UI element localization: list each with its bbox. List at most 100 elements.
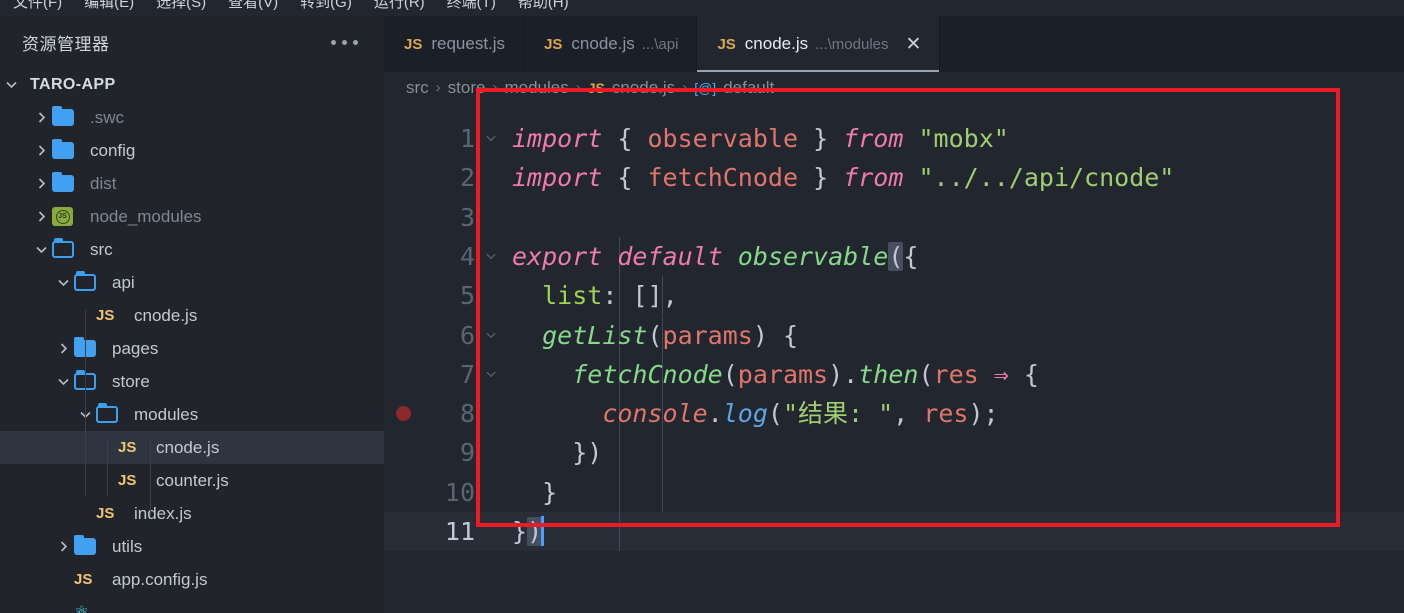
js-file-icon: JS [118,472,137,489]
code-line-7[interactable]: 7 fetchCnode(params).then(res ⇒ { [384,355,1404,394]
code-line-5[interactable]: 5 list: [], [384,276,1404,315]
vscode-window: 文件(F) 编辑(E) 选择(S) 查看(V) 转到(G) 运行(R) 终端(T… [0,0,1404,613]
tree-item--swc[interactable]: .swc [0,101,384,134]
tree-item-label: counter.js [156,470,229,490]
chevron-right-icon: › [575,79,581,96]
menu-item-run[interactable]: 运行(R) [363,0,436,16]
code-line-4[interactable]: 4 export default observable({ [384,237,1404,276]
breadcrumb-item-cnode-js[interactable]: cnode.js [612,78,675,98]
explorer-title: 资源管理器 [22,34,110,54]
tree-item-counter-js[interactable]: JS counter.js [0,464,384,497]
chevron-down-icon[interactable] [52,365,74,398]
tree-item-label: pages [112,338,159,358]
tab-sublabel: ...\api [641,35,679,53]
chevron-right-icon[interactable] [52,332,74,365]
tree-root-taro-app[interactable]: TARO-APP [0,68,384,101]
menu-item-edit[interactable]: 编辑(E) [73,0,145,16]
line-number: 2 [459,163,475,193]
js-file-icon: JS [96,307,115,324]
react-icon: ⚛ [74,602,90,613]
code-editor[interactable]: 1 import { observable } from "mobx" 2 impor… [384,103,1404,613]
tree-item-utils[interactable]: utils [0,530,384,563]
tree-item-src[interactable]: src [0,233,384,266]
chevron-down-icon [0,68,22,101]
folder-closed-icon [52,106,82,126]
menu-item-file[interactable]: 文件(F) [2,0,73,16]
chevron-right-icon[interactable] [30,134,52,167]
tree-item-store[interactable]: store [0,365,384,398]
breakpoint-dot[interactable] [396,406,411,422]
chevron-right-icon: › [682,79,688,96]
tree-item-label: api [112,272,135,292]
tree-item-pages[interactable]: pages [0,332,384,365]
code-line-9[interactable]: 9 }) [384,433,1404,472]
code-line-text: getList(params) { [542,320,799,350]
tree-item-label: dist [90,173,117,193]
breadcrumb-item-store[interactable]: store [448,78,486,98]
fold-chevron-down-icon[interactable] [480,355,502,394]
code-line-11[interactable]: 11}) [384,512,1404,551]
tree-item-index-js[interactable]: JS index.js [0,497,384,530]
code-line-2[interactable]: 2 import { fetchCnode } from "../../api/c… [384,158,1404,197]
fold-chevron-down-icon[interactable] [480,316,502,355]
tree-item-react-file[interactable]: ⚛ [0,596,384,613]
menu-item-terminal[interactable]: 终端(T) [436,0,507,16]
chevron-right-icon[interactable] [30,200,52,233]
tree-item-label: utils [112,536,143,556]
breadcrumb-item-default[interactable]: default [723,78,774,98]
fold-chevron-down-icon[interactable] [480,237,502,276]
editor-area: JS request.js JS cnode.js ...\api JS cnode.js.… [384,16,1404,613]
tree-root-label: TARO-APP [30,75,116,93]
menu-item-select[interactable]: 选择(S) [145,0,217,16]
js-file-icon: JS [74,571,93,588]
code-line-text: fetchCnode(params).then(res ⇒ { [572,359,1039,389]
line-number: 7 [459,359,475,389]
folder-open-icon [96,403,126,423]
chevron-right-icon: › [435,79,441,96]
menu-item-view[interactable]: 查看(V) [217,0,289,16]
editor-tab-0[interactable]: JS request.js [384,16,525,72]
close-icon[interactable]: ✕ [906,35,922,54]
tree-indent-guide [85,310,86,496]
tree-item-api[interactable]: api [0,266,384,299]
code-line-text: }) [512,516,545,546]
more-actions-icon[interactable] [331,39,366,45]
code-line-3[interactable]: 3 [384,198,1404,237]
chevron-down-icon[interactable] [52,266,74,299]
editor-tab-2[interactable]: JS cnode.js ...\modules ✕ [697,16,941,72]
file-tree: TARO-APP .swc config dist JS node_modulessrc… [0,68,384,613]
tree-item-cnode-js[interactable]: JS cnode.js [0,431,384,464]
js-file-icon: JS [717,35,736,53]
menu-bar: 文件(F) 编辑(E) 选择(S) 查看(V) 转到(G) 运行(R) 终端(T… [0,0,1404,16]
code-line-10[interactable]: 10 } [384,473,1404,512]
tree-item-node-modules[interactable]: JS node_modules [0,200,384,233]
code-line-text: } [542,477,558,507]
tab-sublabel: ...\modules [815,35,889,53]
tree-item-modules[interactable]: modules [0,398,384,431]
breadcrumb-item-src[interactable]: src [406,78,429,98]
chevron-down-icon[interactable] [30,233,52,266]
tree-item-config[interactable]: config [0,134,384,167]
tree-item-cnode-js[interactable]: JS cnode.js [0,299,384,332]
chevron-right-icon[interactable] [52,530,74,563]
fold-chevron-down-icon[interactable] [480,119,502,158]
chevron-right-icon[interactable] [30,167,52,200]
menu-item-help[interactable]: 帮助(H) [507,0,580,16]
line-number: 1 [459,124,475,153]
tab-label: cnode.js [744,34,809,53]
chevron-right-icon[interactable] [30,101,52,134]
tree-item-dist[interactable]: dist [0,167,384,200]
code-line-1[interactable]: 1 import { observable } from "mobx" [384,119,1404,158]
tree-item-app-config-js[interactable]: JS app.config.js [0,563,384,596]
menu-item-goto[interactable]: 转到(G) [289,0,363,16]
tree-item-label: app.config.js [112,569,208,589]
js-file-icon: JS [544,35,563,53]
symbol-icon: [@] [694,79,717,96]
editor-tab-1[interactable]: JS cnode.js ...\api [524,16,698,72]
code-line-6[interactable]: 6 getList(params) { [384,316,1404,355]
code-line-8[interactable]: 8 console.log("结果: ", res); [384,394,1404,433]
breadcrumb-item-modules[interactable]: modules [504,78,568,98]
folder-closed-icon [52,139,82,159]
tree-item-label: src [90,239,113,259]
